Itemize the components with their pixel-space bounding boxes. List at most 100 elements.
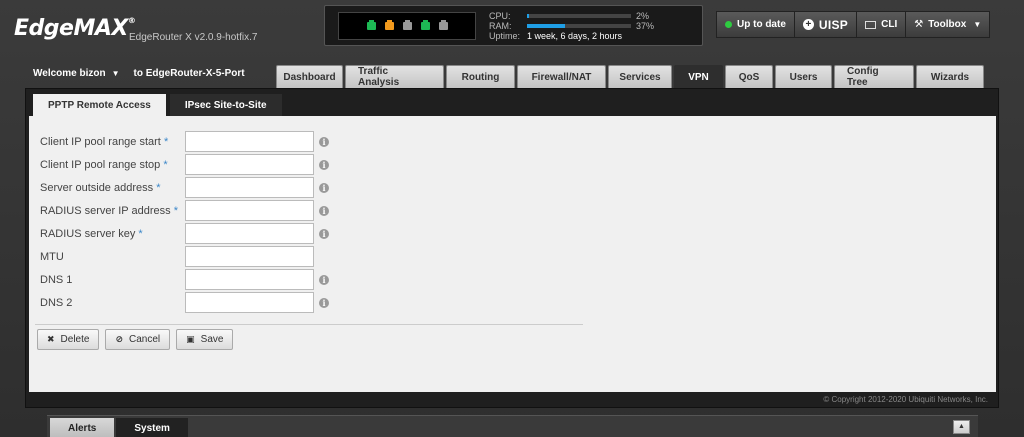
info-icon[interactable]: i [319,182,329,193]
info-icon[interactable]: i [319,205,329,216]
bottom-tabs: Alerts System [50,418,188,437]
top-header: EdgeMAX® EdgeRouter X v2.0.9-hotfix.7 CP… [0,0,1024,56]
ram-label: RAM: [489,21,512,31]
tab-wizards[interactable]: Wizards [916,65,984,88]
uptime-label: Uptime: [489,31,521,41]
cpu-bar [527,14,631,18]
form-actions: ✖ Delete ⊘ Cancel ▣ Save [37,329,234,350]
floppy-disk-icon: ▣ [186,334,195,344]
tab-ipsec-site-to-site[interactable]: IPsec Site-to-Site [169,94,282,116]
info-icon[interactable]: i [319,159,329,170]
ram-bar [527,24,631,28]
tab-firewall-nat[interactable]: Firewall/NAT [517,65,606,88]
field-label: DNS 1 [40,273,73,286]
form-row: RADIUS server key * i [40,223,329,244]
form-row: Client IP pool range stop * i [40,154,329,175]
port-icon[interactable] [402,20,412,30]
tab-users[interactable]: Users [775,65,832,88]
ram-bar-fill [527,24,566,28]
x-icon: ✖ [47,334,55,344]
wrench-icon: ⚒ [914,19,924,30]
field-label: RADIUS server IP address [40,204,171,217]
pptp-form: Client IP pool range start * i Client IP… [29,116,996,392]
save-button[interactable]: ▣ Save [176,329,234,350]
ban-icon: ⊘ [115,334,123,344]
field-label: Client IP pool range stop [40,158,161,171]
field-label: Server outside address [40,181,154,194]
client-ip-pool-start-input[interactable] [185,131,314,152]
form-row: RADIUS server IP address * i [40,200,329,221]
tab-traffic-analysis[interactable]: Traffic Analysis [345,65,444,88]
mtu-input[interactable] [185,246,314,267]
terminal-icon [865,20,877,29]
firmware-version: EdgeRouter X v2.0.9-hotfix.7 [129,32,258,43]
welcome-user[interactable]: Welcome bizon ▼ to EdgeRouter-X-5-Port [33,68,245,79]
status-dot-icon [725,21,732,28]
info-icon[interactable]: i [319,297,329,308]
delete-button[interactable]: ✖ Delete [37,329,100,350]
plus-circle-icon: + [802,19,814,30]
info-icon[interactable]: i [319,228,329,239]
radius-server-ip-input[interactable] [185,200,314,221]
required-marker: * [173,204,178,217]
vpn-panel: PPTP Remote Access IPsec Site-to-Site Cl… [25,88,999,408]
tab-routing[interactable]: Routing [446,65,515,88]
main-nav-tabs: Dashboard Traffic Analysis Routing Firew… [276,65,984,88]
tab-qos[interactable]: QoS [725,65,773,88]
edgemax-logo: EdgeMAX® [14,16,136,41]
system-stats: CPU: 2% RAM: 37% Uptime: 1 week, 6 days,… [489,11,654,41]
port-icon[interactable] [438,20,448,30]
dns1-input[interactable] [185,269,314,290]
tab-services[interactable]: Services [608,65,672,88]
cpu-bar-fill [527,14,530,18]
tab-config-tree[interactable]: Config Tree [834,65,914,88]
form-divider [35,324,583,325]
required-marker: * [156,181,161,194]
info-icon[interactable]: i [319,136,329,147]
header-button-group: Up to date + UISP CLI ⚒ Toolbox ▼ [716,11,991,38]
status-panel: CPU: 2% RAM: 37% Uptime: 1 week, 6 days,… [324,5,703,46]
toolbox-button[interactable]: ⚒ Toolbox ▼ [906,12,990,37]
form-row: Client IP pool range start * i [40,131,329,152]
ram-value: 37% [636,21,655,31]
tab-system[interactable]: System [116,418,188,437]
port-icon[interactable] [366,20,376,30]
required-marker: * [138,227,143,240]
cancel-button[interactable]: ⊘ Cancel [105,329,171,350]
bottom-bar: Alerts System ▲ [47,415,978,437]
router-name: to EdgeRouter-X-5-Port [133,68,245,79]
form-row: MTU [40,246,314,267]
dns2-input[interactable] [185,292,314,313]
cpu-value: 2% [636,11,650,21]
form-row: DNS 1 i [40,269,329,290]
tab-dashboard[interactable]: Dashboard [276,65,343,88]
form-row: Server outside address * i [40,177,329,198]
chevron-down-icon: ▼ [111,69,120,78]
required-marker: * [163,158,168,171]
uisp-button[interactable]: + UISP [794,12,858,37]
port-status [338,12,476,40]
port-icon[interactable] [420,20,430,30]
port-icon[interactable] [384,20,394,30]
cli-button[interactable]: CLI [857,12,907,37]
field-label: Client IP pool range start [40,135,161,148]
form-row: DNS 2 i [40,292,329,313]
tab-vpn[interactable]: VPN [674,65,723,88]
uptime-value: 1 week, 6 days, 2 hours [527,31,623,41]
field-label: MTU [40,250,64,263]
field-label: RADIUS server key [40,227,136,240]
required-marker: * [163,135,169,148]
copyright-text: © Copyright 2012-2020 Ubiquiti Networks,… [823,395,988,404]
server-outside-address-input[interactable] [185,177,314,198]
tab-pptp-remote-access[interactable]: PPTP Remote Access [33,94,166,116]
tab-alerts[interactable]: Alerts [50,418,115,437]
info-icon[interactable]: i [319,274,329,285]
update-status-button[interactable]: Up to date [717,12,795,37]
client-ip-pool-stop-input[interactable] [185,154,314,175]
radius-server-key-input[interactable] [185,223,314,244]
field-label: DNS 2 [40,296,73,309]
chevron-down-icon: ▼ [973,20,982,29]
vpn-subtabs: PPTP Remote Access IPsec Site-to-Site [33,94,282,116]
chevron-up-icon[interactable]: ▲ [953,420,970,434]
cpu-label: CPU: [489,11,511,21]
